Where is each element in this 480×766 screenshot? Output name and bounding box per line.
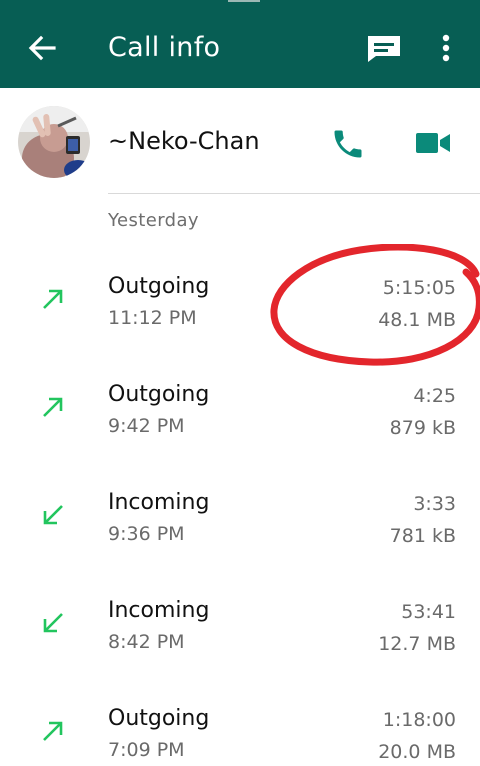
call-made-icon: [38, 284, 68, 314]
phone-icon[interactable]: [330, 126, 366, 162]
call-type: Incoming: [108, 490, 210, 515]
call-time: 9:42 PM: [108, 415, 185, 437]
more-vert-icon[interactable]: [432, 28, 460, 68]
call-time: 8:42 PM: [108, 631, 185, 653]
call-data-size: 781 kB: [389, 525, 456, 547]
arrow-back-icon[interactable]: [24, 30, 60, 66]
call-type: Outgoing: [108, 274, 210, 299]
message-icon[interactable]: [364, 32, 404, 64]
contact-header: ~Neko-Chan: [0, 88, 480, 194]
call-row[interactable]: Outgoing 7:09 PM 1:18:00 20.0 MB: [0, 676, 480, 766]
call-duration: 5:15:05: [382, 277, 456, 299]
contact-name: ~Neko-Chan: [108, 127, 260, 155]
call-row[interactable]: Incoming 9:36 PM 3:33 781 kB: [0, 460, 480, 568]
call-type: Outgoing: [108, 382, 210, 407]
videocam-icon[interactable]: [414, 128, 452, 158]
call-time: 11:12 PM: [108, 307, 197, 329]
call-data-size: 20.0 MB: [378, 741, 456, 763]
section-label-date: Yesterday: [108, 210, 199, 231]
call-data-size: 48.1 MB: [378, 309, 456, 331]
call-time: 9:36 PM: [108, 523, 185, 545]
avatar[interactable]: [18, 106, 90, 178]
call-row[interactable]: Incoming 8:42 PM 53:41 12.7 MB: [0, 568, 480, 676]
call-duration: 53:41: [401, 601, 456, 623]
call-data-size: 879 kB: [389, 417, 456, 439]
call-received-icon: [38, 500, 68, 530]
call-made-icon: [38, 392, 68, 422]
call-list: Outgoing 11:12 PM 5:15:05 48.1 MB Outgoi…: [0, 244, 480, 766]
call-made-icon: [38, 716, 68, 746]
call-time: 7:09 PM: [108, 739, 185, 761]
call-type: Incoming: [108, 598, 210, 623]
call-duration: 3:33: [413, 493, 456, 515]
page-title: Call info: [108, 32, 221, 63]
status-bar-notch: [228, 0, 260, 2]
call-type: Outgoing: [108, 706, 210, 731]
app-bar: Call info: [0, 6, 480, 88]
call-row[interactable]: Outgoing 9:42 PM 4:25 879 kB: [0, 352, 480, 460]
call-duration: 4:25: [413, 385, 456, 407]
divider: [108, 193, 480, 194]
call-received-icon: [38, 608, 68, 638]
call-row[interactable]: Outgoing 11:12 PM 5:15:05 48.1 MB: [0, 244, 480, 352]
call-data-size: 12.7 MB: [378, 633, 456, 655]
call-duration: 1:18:00: [382, 709, 456, 731]
